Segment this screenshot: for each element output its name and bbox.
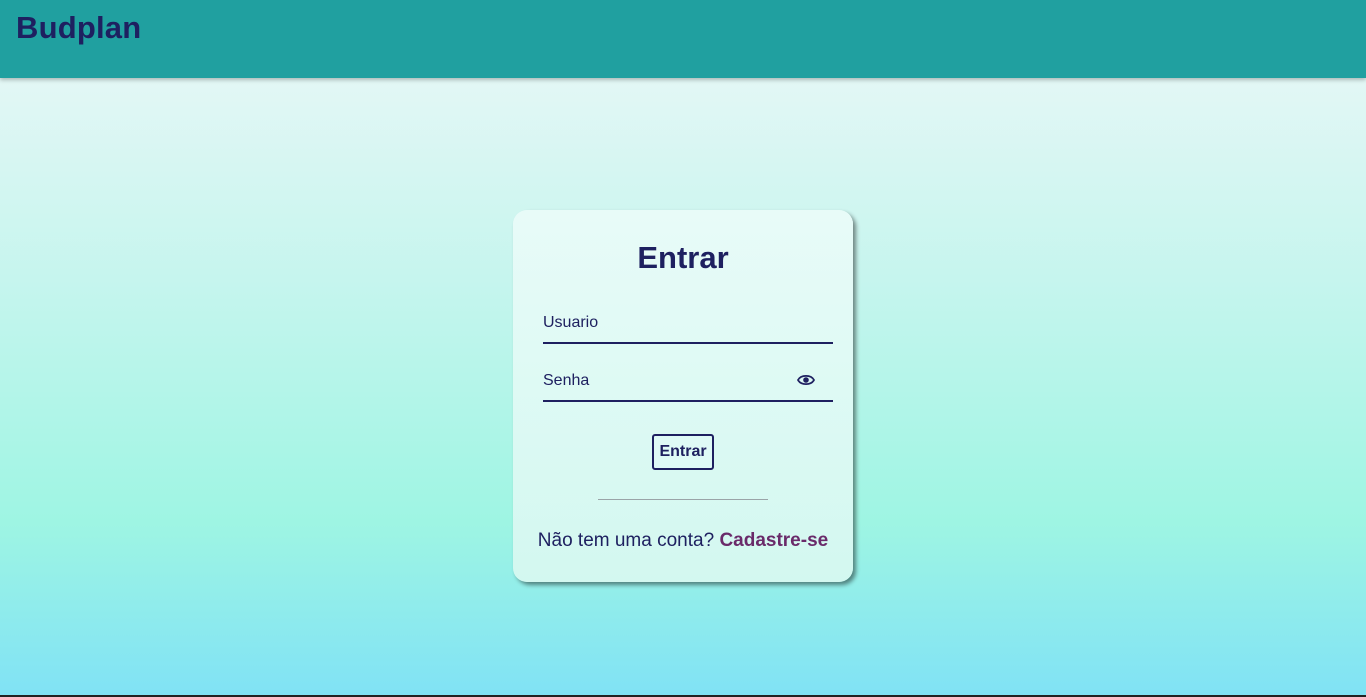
- password-input[interactable]: [543, 368, 783, 394]
- login-title: Entrar: [637, 240, 729, 275]
- divider: [598, 499, 768, 500]
- login-card: Entrar Entrar Não tem uma conta? Cadastr…: [513, 210, 853, 582]
- brand-logo[interactable]: Budplan: [16, 10, 141, 46]
- username-input[interactable]: [543, 310, 783, 336]
- signup-link[interactable]: Cadastre-se: [719, 530, 828, 551]
- login-submit-button[interactable]: Entrar: [652, 434, 714, 470]
- eye-icon[interactable]: [796, 373, 816, 387]
- signup-prompt-text: Não tem uma conta?: [537, 530, 720, 551]
- top-bar: Budplan: [0, 0, 1366, 78]
- password-field-wrapper: [543, 364, 833, 402]
- signup-prompt-line: Não tem uma conta? Cadastre-se: [513, 530, 853, 552]
- username-field-wrapper: [543, 306, 833, 344]
